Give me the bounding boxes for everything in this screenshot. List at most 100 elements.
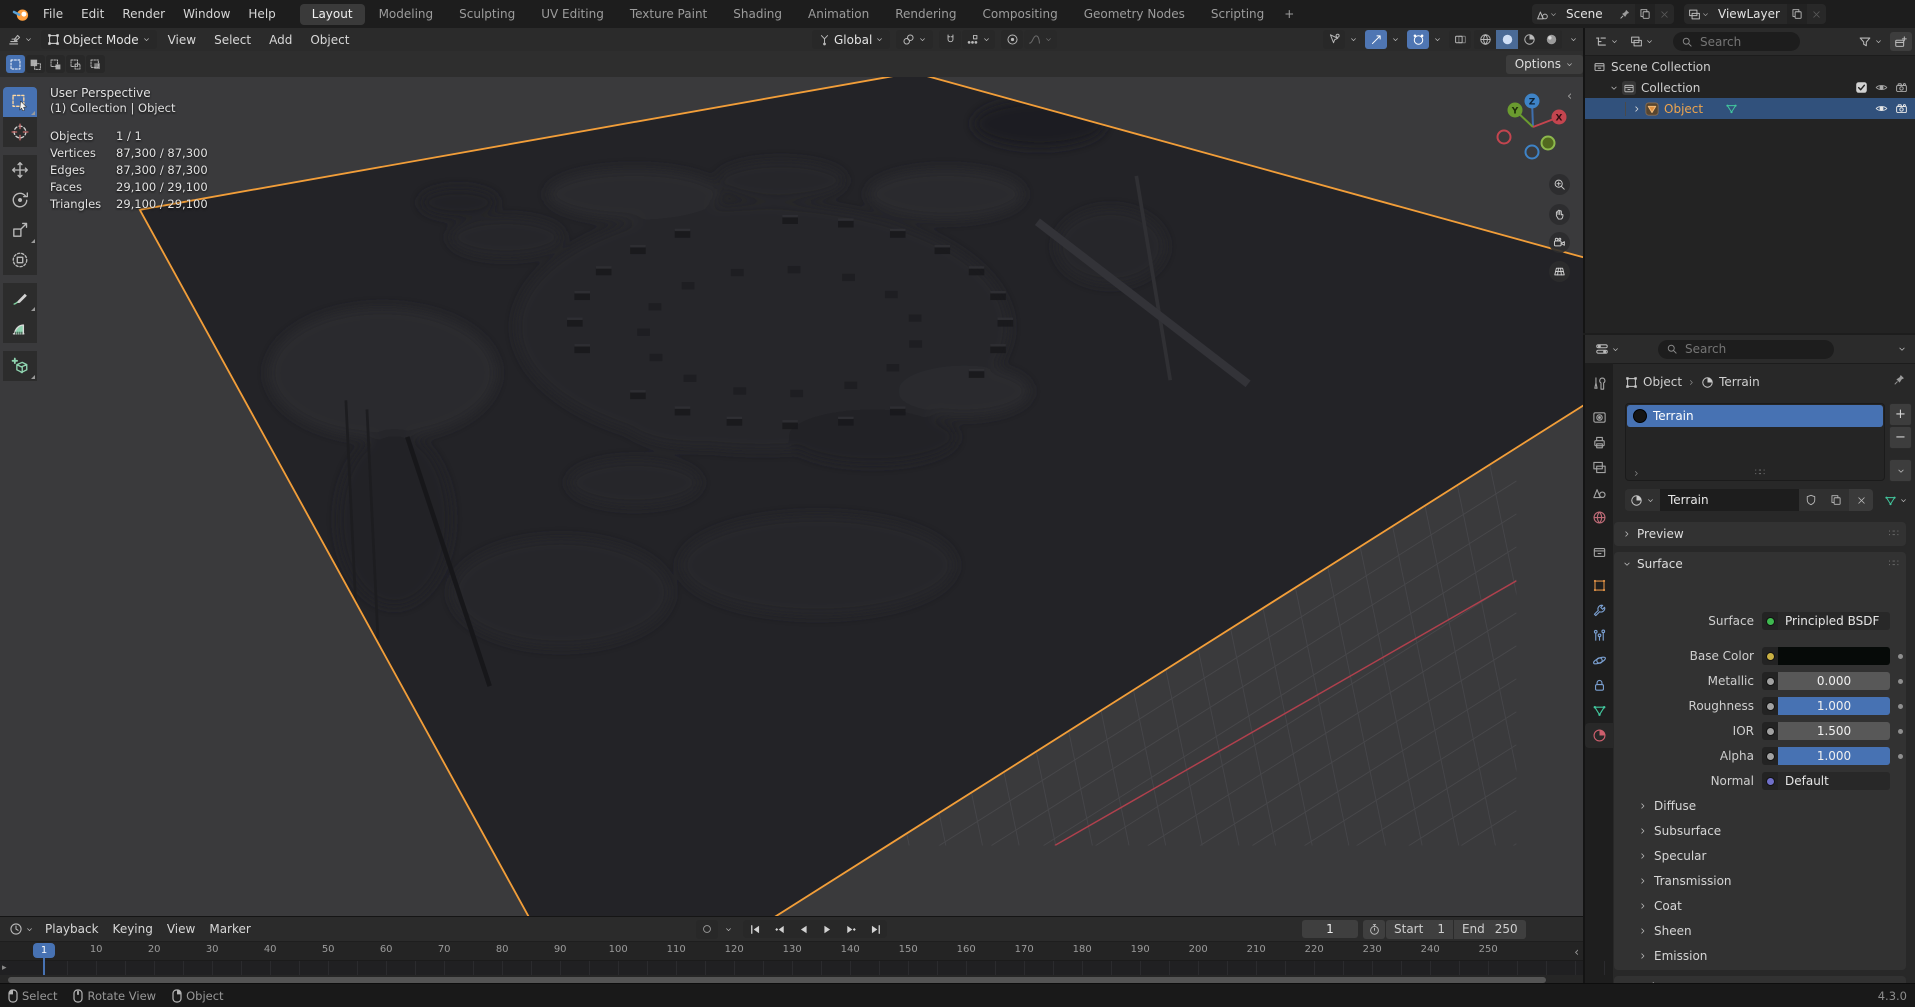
node-tree-button[interactable]: [1881, 489, 1911, 511]
ortho-toggle-button[interactable]: [1549, 261, 1570, 282]
options-button[interactable]: Options: [1506, 55, 1583, 74]
auto-keyframe-toggle[interactable]: [696, 920, 718, 939]
subpanel-sheen[interactable]: Sheen: [1638, 921, 1692, 941]
snap-target-selector[interactable]: [962, 30, 995, 49]
breadcrumb-data[interactable]: Terrain: [1719, 375, 1760, 389]
animate-dot[interactable]: [1898, 704, 1903, 709]
expand-chevron-icon[interactable]: [1609, 83, 1619, 93]
animate-dot[interactable]: [1898, 679, 1903, 684]
pivot-point-selector[interactable]: [896, 30, 933, 49]
viewport-menu-add[interactable]: Add: [262, 30, 299, 49]
preview-panel-header[interactable]: Preview∷∷: [1614, 522, 1906, 545]
shading-wireframe-button[interactable]: [1474, 30, 1496, 49]
remove-slot-button[interactable]: −: [1889, 426, 1912, 449]
outliner-filter-mode-button[interactable]: [1626, 32, 1658, 51]
viewport-canvas[interactable]: [0, 77, 1583, 916]
current-frame-field[interactable]: 1: [1302, 920, 1358, 938]
add-workspace-button[interactable]: +: [1278, 4, 1300, 25]
color-swatch[interactable]: [1778, 647, 1890, 665]
3d-viewport[interactable]: User Perspective(1) Collection | ObjectO…: [0, 77, 1583, 916]
auto-keyframe-dropdown[interactable]: [720, 920, 737, 939]
properties-tab-modifiers[interactable]: [1585, 598, 1613, 623]
select-intersect-button[interactable]: [86, 55, 105, 73]
subpanel-transmission[interactable]: Transmission: [1638, 871, 1732, 891]
properties-editor-type-button[interactable]: [1591, 340, 1624, 359]
timeline-menu-keying[interactable]: Keying: [106, 920, 160, 939]
properties-search[interactable]: [1658, 340, 1834, 359]
timeline-collapse-icon[interactable]: ‹: [1574, 945, 1579, 959]
shading-solid-button[interactable]: [1496, 30, 1518, 49]
current-frame-badge[interactable]: 1: [33, 943, 55, 958]
tool-transform[interactable]: [3, 245, 37, 275]
properties-tab-constraints[interactable]: [1585, 673, 1613, 698]
field-metallic[interactable]: 0.000: [1762, 672, 1890, 690]
properties-tab-particles[interactable]: [1585, 623, 1613, 648]
tab-modeling[interactable]: Modeling: [367, 4, 446, 25]
checkbox-toggle[interactable]: [1851, 81, 1871, 94]
next-keyframe-button[interactable]: [839, 920, 863, 938]
breadcrumb-object[interactable]: Object: [1643, 375, 1682, 389]
slot-specials-button[interactable]: [1889, 459, 1912, 482]
fake-user-toggle[interactable]: [1799, 489, 1823, 511]
properties-tab-world[interactable]: [1585, 505, 1613, 530]
playhead-line[interactable]: [43, 958, 45, 975]
select-set-button[interactable]: [6, 55, 25, 73]
outliner-row-collection[interactable]: Collection: [1585, 77, 1915, 98]
browse-material-button[interactable]: [1625, 489, 1660, 511]
menu-file[interactable]: File: [34, 4, 72, 24]
disable-render-toggle[interactable]: [1891, 102, 1911, 115]
tool-annotate[interactable]: [3, 283, 37, 313]
properties-tab-view-layer[interactable]: [1585, 455, 1613, 480]
play-reverse-button[interactable]: [791, 920, 815, 938]
unlink-material-button[interactable]: [1849, 489, 1873, 511]
properties-tab-render[interactable]: [1585, 405, 1613, 430]
viewport-menu-select[interactable]: Select: [207, 30, 258, 49]
expand-chevron-icon[interactable]: [1632, 104, 1642, 114]
new-collection-button[interactable]: [1890, 32, 1912, 51]
properties-tab-object[interactable]: [1585, 573, 1613, 598]
gizmos-toggle[interactable]: [1365, 30, 1387, 49]
properties-tab-output[interactable]: [1585, 430, 1613, 455]
select-extend-button[interactable]: [26, 55, 45, 73]
track-expand-icon[interactable]: ▸: [2, 963, 7, 973]
field-base-color[interactable]: [1762, 647, 1890, 665]
scene-pin-button[interactable]: [1615, 4, 1635, 24]
field-normal[interactable]: Default: [1762, 772, 1890, 790]
tab-compositing[interactable]: Compositing: [970, 4, 1069, 25]
timeline-ruler[interactable]: 1020304050607080901001101201301401501601…: [0, 942, 1583, 961]
timeline-menu-view[interactable]: View: [160, 920, 202, 939]
select-invert-button[interactable]: [66, 55, 85, 73]
blender-logo-icon[interactable]: [12, 5, 30, 23]
field-ior[interactable]: 1.500: [1762, 722, 1890, 740]
scene-browse-button[interactable]: [1532, 4, 1562, 24]
properties-tab-material[interactable]: [1585, 723, 1613, 748]
use-preview-range-toggle[interactable]: [1363, 920, 1385, 939]
object-visibility-toggle[interactable]: [1323, 30, 1345, 49]
field-surface[interactable]: Principled BSDF: [1762, 612, 1890, 630]
start-frame-field[interactable]: Start1: [1386, 920, 1453, 939]
shading-dropdown[interactable]: [1565, 30, 1582, 49]
outliner-search[interactable]: [1673, 32, 1800, 51]
view-layer-browse-button[interactable]: [1684, 4, 1714, 24]
jump-to-end-button[interactable]: [863, 920, 887, 938]
scene-name[interactable]: Scene: [1562, 4, 1615, 24]
subpanel-subsurface[interactable]: Subsurface: [1638, 821, 1721, 841]
properties-options-button[interactable]: [1893, 340, 1911, 359]
orientation-selector[interactable]: Global: [812, 30, 890, 49]
tool-scale[interactable]: [3, 215, 37, 245]
select-subtract-button[interactable]: [46, 55, 65, 73]
timeline-editor-type-button[interactable]: [5, 920, 38, 939]
outliner-filter-button[interactable]: [1854, 32, 1887, 51]
tab-layout[interactable]: Layout: [300, 4, 365, 25]
tool-add-cube[interactable]: [3, 351, 37, 381]
sidebar-collapse-icon[interactable]: ‹: [1567, 89, 1572, 104]
snap-toggle[interactable]: [939, 30, 961, 49]
tab-rendering[interactable]: Rendering: [883, 4, 968, 25]
tool-rotate[interactable]: [3, 185, 37, 215]
jump-to-start-button[interactable]: [743, 920, 767, 938]
volume-panel-header[interactable]: Volume∷∷: [1614, 976, 1906, 983]
tab-animation[interactable]: Animation: [796, 4, 881, 25]
scene-unlink-button[interactable]: [1655, 4, 1674, 24]
properties-tab-tool[interactable]: [1585, 371, 1613, 396]
outliner-search-input[interactable]: [1698, 34, 1792, 50]
